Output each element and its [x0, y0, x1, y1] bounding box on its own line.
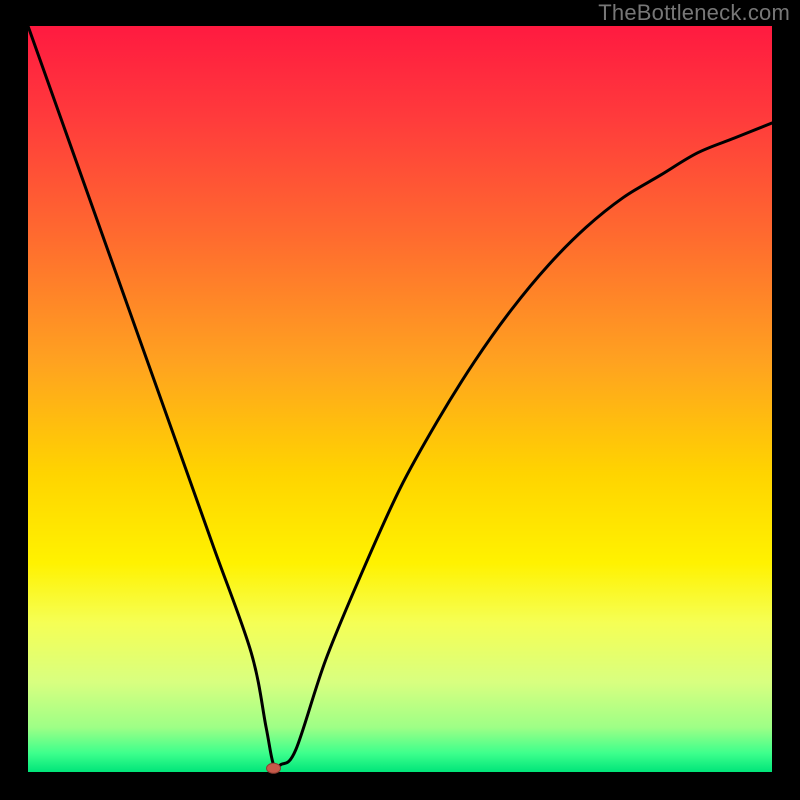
plot-background: [28, 26, 772, 772]
bottleneck-chart: [0, 0, 800, 800]
watermark-text: TheBottleneck.com: [598, 0, 790, 26]
optimal-point-marker: [267, 763, 281, 773]
chart-frame: TheBottleneck.com: [0, 0, 800, 800]
